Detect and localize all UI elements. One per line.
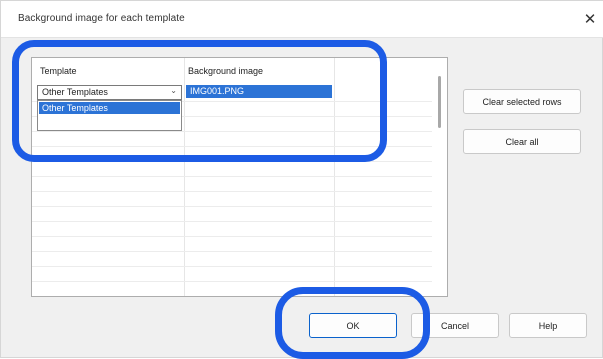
dropdown-option-other-templates[interactable]: Other Templates (39, 102, 180, 114)
template-select[interactable]: Other Templates ⌄ (37, 85, 182, 100)
title-bar: Background image for each template ✕ (1, 1, 603, 38)
grid-header: Template Background image (32, 58, 434, 80)
row-divider (32, 146, 434, 147)
background-image-cell[interactable]: IMG001.PNG (186, 85, 332, 98)
row-divider (32, 281, 434, 282)
column-divider (334, 58, 335, 296)
scrollbar-thumb[interactable] (438, 76, 441, 128)
row-divider (32, 191, 434, 192)
row-divider (32, 131, 434, 132)
template-dropdown-list: Other Templates (37, 100, 182, 131)
ok-button[interactable]: OK (309, 313, 397, 338)
template-grid[interactable]: Template Background image IMG001.PNG Oth… (31, 57, 448, 297)
column-divider (184, 58, 185, 296)
window-title: Background image for each template (18, 13, 185, 24)
row-divider (32, 176, 434, 177)
clear-all-button[interactable]: Clear all (463, 129, 581, 154)
background-image-dialog: Background image for each template ✕ Tem… (0, 0, 603, 359)
clear-selected-rows-button[interactable]: Clear selected rows (463, 89, 581, 114)
row-divider (32, 266, 434, 267)
row-divider (32, 161, 434, 162)
column-header-template[interactable]: Template (40, 66, 77, 76)
row-divider (32, 251, 434, 252)
column-header-background-image[interactable]: Background image (188, 66, 263, 76)
template-select-value: Other Templates (42, 87, 108, 97)
row-divider (32, 236, 434, 237)
help-button[interactable]: Help (509, 313, 587, 338)
row-divider (32, 206, 434, 207)
chevron-down-icon[interactable]: ⌄ (170, 86, 177, 95)
cancel-button[interactable]: Cancel (411, 313, 499, 338)
grid-scrollbar[interactable] (432, 58, 447, 296)
close-icon[interactable]: ✕ (576, 1, 603, 37)
row-divider (32, 221, 434, 222)
